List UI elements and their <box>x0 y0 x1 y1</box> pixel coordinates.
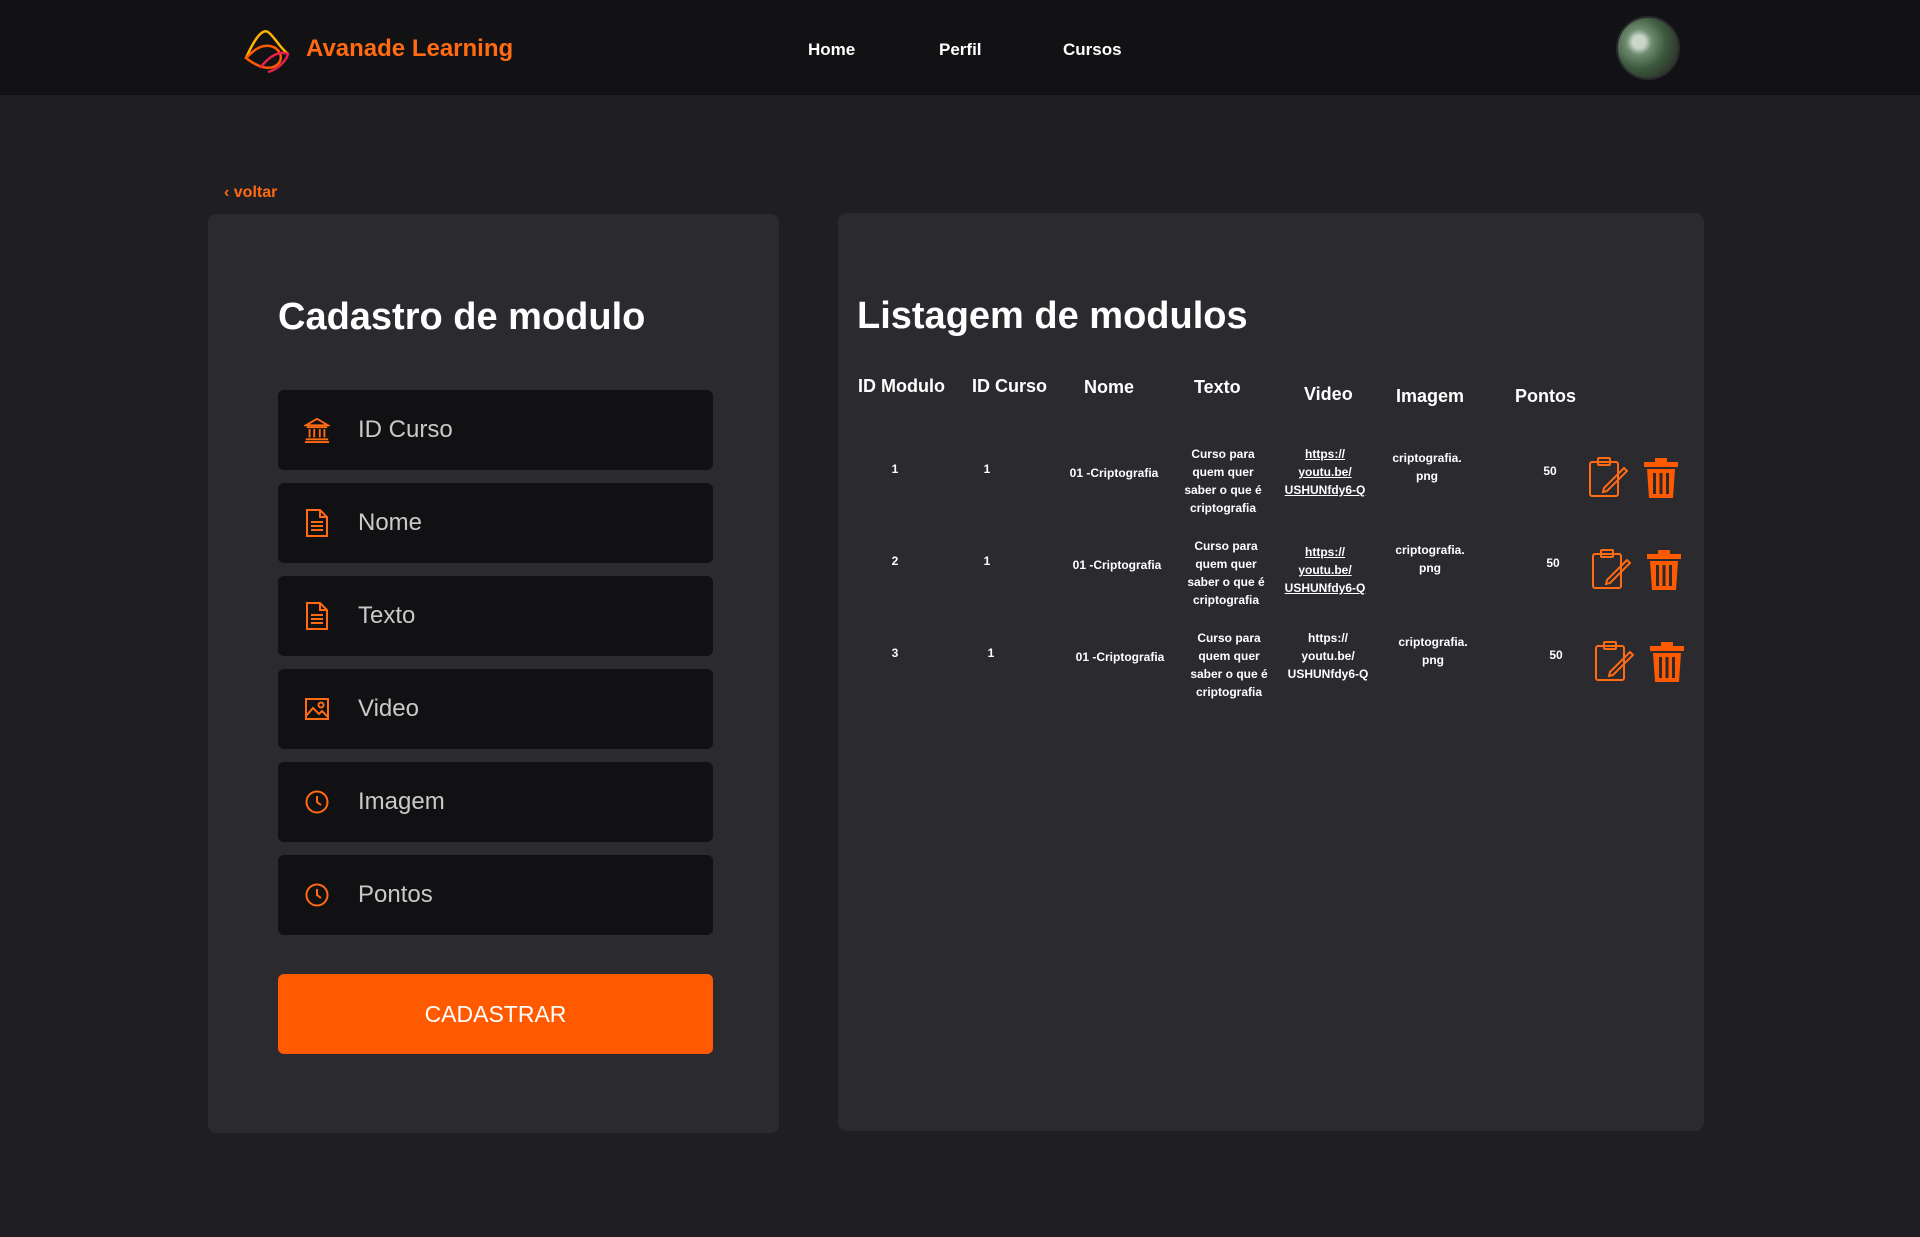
nav-home[interactable]: Home <box>808 40 855 60</box>
cell-video-link[interactable]: https:// youtu.be/ USHUNfdy6-Q <box>1283 629 1373 683</box>
pontos-field[interactable] <box>278 855 713 935</box>
video-field[interactable] <box>278 669 713 749</box>
texto-field[interactable] <box>278 576 713 656</box>
list-title: Listagem de modulos <box>857 295 1248 337</box>
back-link[interactable]: ‹ voltar <box>224 184 277 202</box>
imagem-input[interactable] <box>358 788 688 816</box>
institution-icon <box>304 417 330 443</box>
edit-icon[interactable] <box>1594 640 1634 682</box>
cell-nome: 01 -Criptografia <box>1075 650 1165 664</box>
clock-icon <box>304 882 330 908</box>
column-header: Pontos <box>1515 386 1576 406</box>
cell-video-link[interactable]: https:// youtu.be/ USHUNfdy6-Q <box>1280 543 1370 597</box>
cell-nome: 01 -Criptografia <box>1069 466 1159 480</box>
image-icon <box>304 696 330 722</box>
trash-icon[interactable] <box>1641 457 1681 499</box>
id-curso-field[interactable] <box>278 390 713 470</box>
cell-pontos: 50 <box>1549 648 1563 662</box>
cell-id-curso: 1 <box>983 462 991 476</box>
user-avatar[interactable] <box>1616 16 1680 80</box>
texto-input[interactable] <box>358 602 688 630</box>
top-navbar: Avanade Learning Home Perfil Cursos <box>0 0 1920 95</box>
column-header: Nome <box>1084 377 1135 397</box>
nav-cursos[interactable]: Cursos <box>1063 40 1122 60</box>
cell-id-modulo: 3 <box>891 646 899 660</box>
document-icon <box>304 602 330 630</box>
cell-pontos: 50 <box>1543 464 1557 478</box>
clock-icon <box>304 789 330 815</box>
cell-pontos: 50 <box>1546 556 1560 570</box>
imagem-field[interactable] <box>278 762 713 842</box>
cell-texto: Curso para quem quer saber o que é cript… <box>1187 539 1265 607</box>
column-header: Texto <box>1194 377 1241 397</box>
cell-texto: Curso para quem quer saber o que é cript… <box>1190 631 1268 699</box>
nav-perfil[interactable]: Perfil <box>939 40 982 60</box>
cell-id-curso: 1 <box>983 554 991 568</box>
column-header: Imagem <box>1396 386 1465 406</box>
video-input[interactable] <box>358 695 688 723</box>
cadastrar-button[interactable]: CADASTRAR <box>278 974 713 1054</box>
trash-icon[interactable] <box>1647 641 1687 683</box>
column-header: ID Modulo <box>858 376 945 396</box>
nome-field[interactable] <box>278 483 713 563</box>
module-list-panel: Listagem de modulos ID Modulo ID Curso N… <box>838 213 1704 1131</box>
column-header: ID Curso <box>972 376 1048 396</box>
cell-video-link[interactable]: https:// youtu.be/ USHUNfdy6-Q <box>1280 445 1370 499</box>
cell-id-modulo: 1 <box>891 462 899 476</box>
nome-input[interactable] <box>358 509 688 537</box>
document-icon <box>304 509 330 537</box>
cell-id-modulo: 2 <box>891 554 899 568</box>
trash-icon[interactable] <box>1644 549 1684 591</box>
cell-imagem: criptografia. png <box>1398 635 1468 667</box>
id-curso-input[interactable] <box>358 416 688 444</box>
cell-imagem: criptografia. png <box>1392 451 1462 483</box>
edit-icon[interactable] <box>1588 456 1628 498</box>
cell-texto: Curso para quem quer saber o que é cript… <box>1184 447 1262 515</box>
column-header: Video <box>1304 384 1353 404</box>
pontos-input[interactable] <box>358 881 688 909</box>
form-title: Cadastro de modulo <box>278 296 646 338</box>
cell-nome: 01 -Criptografia <box>1072 558 1162 572</box>
module-form-panel: Cadastro de modulo ID Curso Nome Texto V… <box>208 214 779 1133</box>
cell-imagem: criptografia. png <box>1395 543 1465 575</box>
cell-id-curso: 1 <box>987 646 995 660</box>
edit-icon[interactable] <box>1591 548 1631 590</box>
